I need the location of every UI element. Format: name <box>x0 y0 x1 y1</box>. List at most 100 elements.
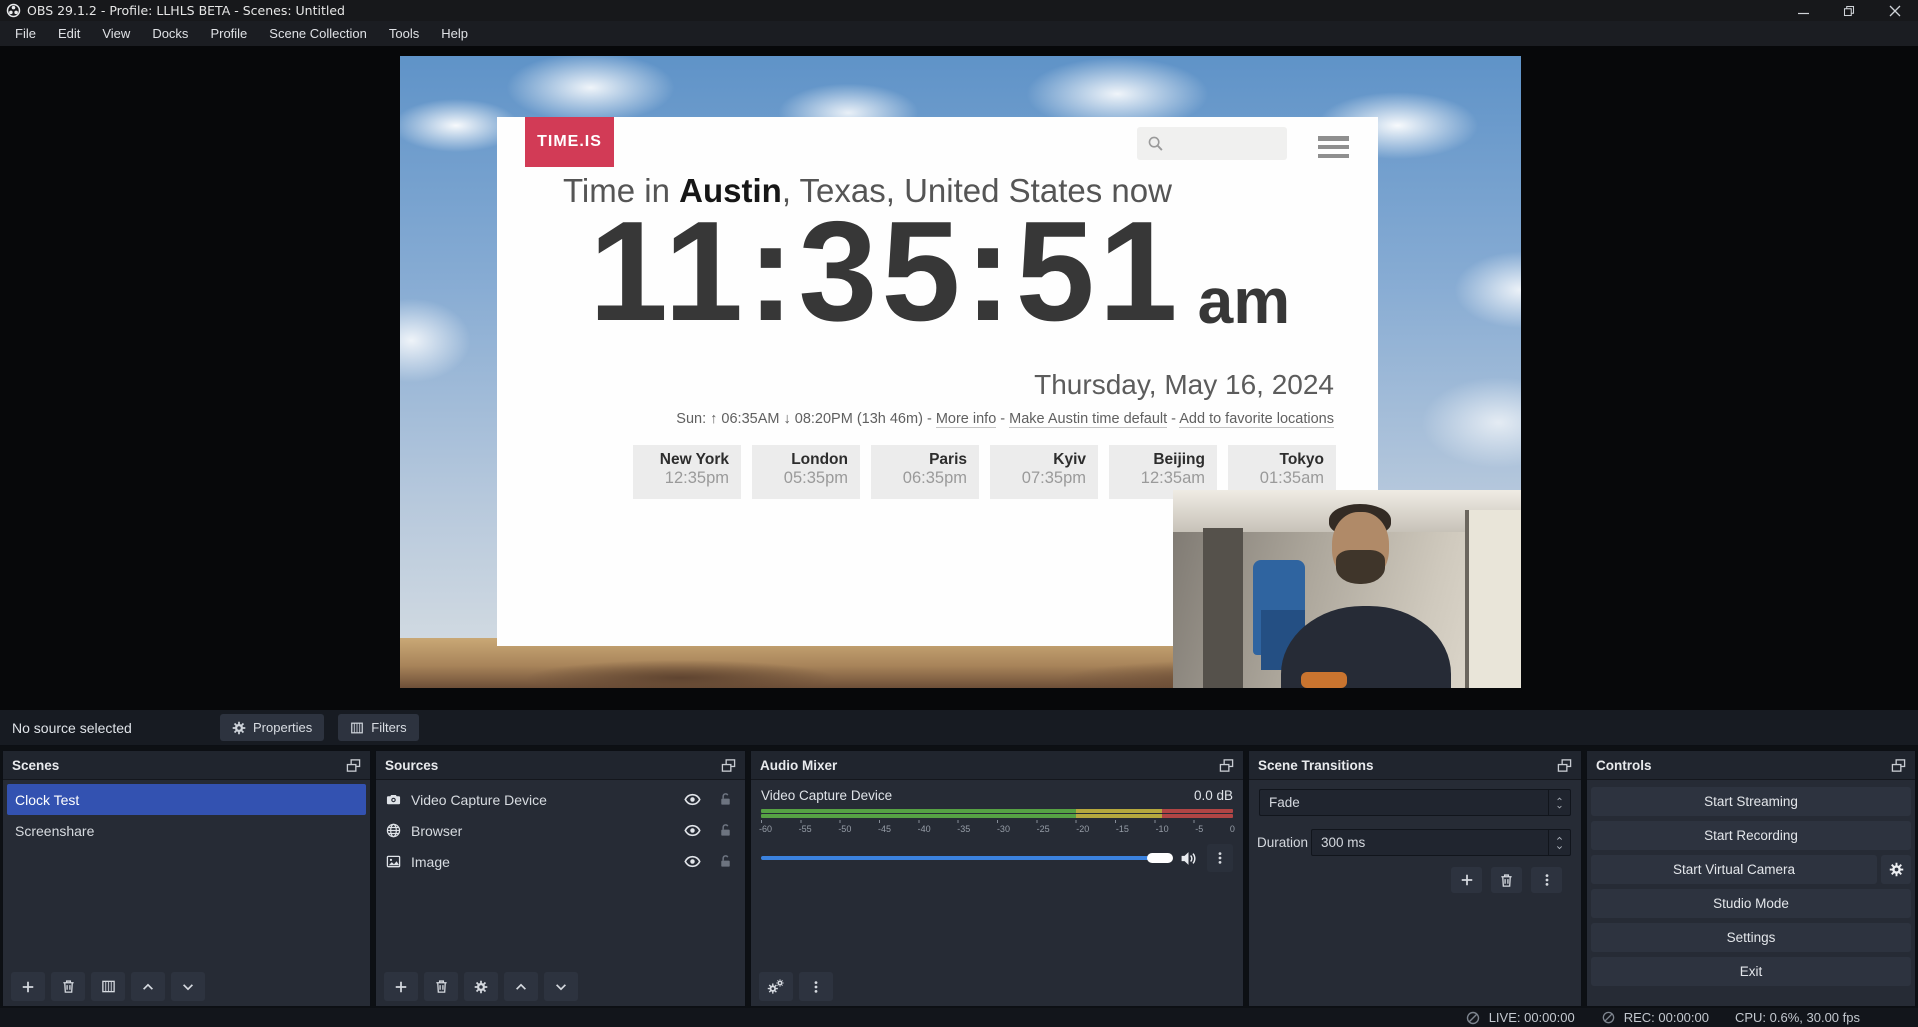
menu-item-view[interactable]: View <box>91 22 141 45</box>
source-item-browser[interactable]: Browser <box>376 815 745 846</box>
link-more-info[interactable]: More info <box>936 411 996 428</box>
menu-item-scene-collection[interactable]: Scene Collection <box>258 22 378 45</box>
popout-icon[interactable] <box>1219 758 1234 773</box>
add-scene-button[interactable] <box>11 972 45 1001</box>
lock-icon[interactable] <box>718 854 733 869</box>
move-scene-down-button[interactable] <box>171 972 205 1001</box>
duration-value: 300 ms <box>1312 835 1548 850</box>
remove-transition-button[interactable] <box>1491 867 1522 893</box>
city-card[interactable]: New York12:35pm <box>633 445 741 499</box>
exit-button[interactable]: Exit <box>1591 957 1911 986</box>
audio-mixer-panel-header: Audio Mixer <box>751 751 1243 780</box>
mixer-volume-label: 0.0 dB <box>1194 788 1233 803</box>
obs-window: { "window": { "title": "OBS 29.1.2 - Pro… <box>0 0 1918 1027</box>
virtual-camera-settings-button[interactable] <box>1881 855 1911 884</box>
restore-button[interactable] <box>1826 0 1872 21</box>
move-source-down-button[interactable] <box>544 972 578 1001</box>
source-item-video-capture-device[interactable]: Video Capture Device <box>376 784 745 815</box>
page-date: Thursday, May 16, 2024 <box>1034 369 1334 401</box>
filters-icon <box>350 721 364 735</box>
city-name: Paris <box>871 451 967 469</box>
source-item-image[interactable]: Image <box>376 846 745 877</box>
settings-button[interactable]: Settings <box>1591 923 1911 952</box>
add-transition-button[interactable] <box>1451 867 1482 893</box>
popout-icon[interactable] <box>1557 758 1572 773</box>
advanced-audio-button[interactable] <box>759 972 793 1001</box>
visibility-icon[interactable] <box>684 822 701 839</box>
panel-title: Sources <box>385 758 438 773</box>
program-canvas[interactable]: TIME.IS Time in Austin, Texas, United St… <box>400 56 1521 688</box>
transition-value: Fade <box>1260 795 1548 810</box>
source-properties-button[interactable] <box>464 972 498 1001</box>
scene-item-screenshare[interactable]: Screenshare <box>3 815 370 847</box>
search-icon <box>1147 135 1164 152</box>
start-virtual-camera-button[interactable]: Start Virtual Camera <box>1591 855 1877 884</box>
transition-select-arrows[interactable] <box>1548 790 1570 815</box>
cpu-stats: CPU: 0.6%, 30.00 fps <box>1735 1010 1860 1025</box>
filters-button[interactable]: Filters <box>338 714 418 741</box>
move-scene-up-button[interactable] <box>131 972 165 1001</box>
visibility-icon[interactable] <box>684 791 701 808</box>
lock-icon[interactable] <box>718 823 733 838</box>
rec-inactive-icon <box>1601 1010 1616 1025</box>
add-source-button[interactable] <box>384 972 418 1001</box>
window-title: OBS 29.1.2 - Profile: LLHLS BETA - Scene… <box>27 3 345 18</box>
popout-icon[interactable] <box>721 758 736 773</box>
city-name: Kyiv <box>990 451 1086 469</box>
chevron-up-icon <box>1554 835 1565 842</box>
menu-item-help[interactable]: Help <box>430 22 479 45</box>
panel-title: Scenes <box>12 758 59 773</box>
city-card[interactable]: Paris06:35pm <box>871 445 979 499</box>
transitions-panel-header: Scene Transitions <box>1249 751 1581 780</box>
panel-title: Controls <box>1596 758 1652 773</box>
visibility-icon[interactable] <box>684 853 701 870</box>
image-icon <box>386 854 401 869</box>
speaker-icon[interactable] <box>1180 850 1197 867</box>
volume-slider[interactable] <box>761 856 1171 860</box>
link-make-default[interactable]: Make Austin time default <box>1009 411 1167 428</box>
menu-item-edit[interactable]: Edit <box>47 22 91 45</box>
remove-scene-button[interactable] <box>51 972 85 1001</box>
slider-handle[interactable] <box>1147 853 1173 863</box>
volume-meter <box>761 809 1233 818</box>
city-card[interactable]: Kyiv07:35pm <box>990 445 1098 499</box>
popout-icon[interactable] <box>346 758 361 773</box>
scene-filters-button[interactable] <box>91 972 125 1001</box>
mixer-channel-menu-button[interactable] <box>1207 844 1233 872</box>
menu-item-profile[interactable]: Profile <box>199 22 258 45</box>
menu-item-docks[interactable]: Docks <box>141 22 199 45</box>
transition-select[interactable]: Fade <box>1259 789 1571 816</box>
chevron-up-icon <box>1555 796 1564 802</box>
duration-spinner[interactable] <box>1548 830 1570 855</box>
start-streaming-button[interactable]: Start Streaming <box>1591 787 1911 816</box>
close-button[interactable] <box>1872 0 1918 21</box>
mixer-options-button[interactable] <box>799 972 833 1001</box>
audio-mixer-panel: Audio Mixer Video Capture Device 0.0 dB … <box>750 750 1244 1007</box>
menu-item-tools[interactable]: Tools <box>378 22 430 45</box>
minimize-button[interactable] <box>1780 0 1826 21</box>
live-status: LIVE: 00:00:00 <box>1465 1010 1575 1026</box>
hamburger-menu-icon[interactable] <box>1318 136 1349 158</box>
timeis-logo[interactable]: TIME.IS <box>525 117 614 167</box>
studio-mode-button[interactable]: Studio Mode <box>1591 889 1911 918</box>
city-time: 12:35am <box>1109 469 1205 488</box>
remove-source-button[interactable] <box>424 972 458 1001</box>
source-context-bar: No source selected Properties Filters <box>0 710 1918 746</box>
move-source-up-button[interactable] <box>504 972 538 1001</box>
controls-panel: Controls Start Streaming Start Recording… <box>1586 750 1916 1007</box>
link-add-favorite[interactable]: Add to favorite locations <box>1179 411 1334 428</box>
titlebar: OBS 29.1.2 - Profile: LLHLS BETA - Scene… <box>0 0 1918 21</box>
scene-item-clock-test[interactable]: Clock Test <box>7 784 366 815</box>
duration-input[interactable]: 300 ms <box>1311 829 1571 856</box>
globe-icon <box>386 823 401 838</box>
start-recording-button[interactable]: Start Recording <box>1591 821 1911 850</box>
transitions-toolbar <box>1249 867 1562 893</box>
city-card[interactable]: London05:35pm <box>752 445 860 499</box>
lock-icon[interactable] <box>718 792 733 807</box>
menu-item-file[interactable]: File <box>4 22 47 45</box>
mixer-toolbar <box>759 972 833 1001</box>
transition-options-button[interactable] <box>1531 867 1562 893</box>
popout-icon[interactable] <box>1891 758 1906 773</box>
properties-button[interactable]: Properties <box>220 714 324 741</box>
preview-area: TIME.IS Time in Austin, Texas, United St… <box>0 46 1918 710</box>
